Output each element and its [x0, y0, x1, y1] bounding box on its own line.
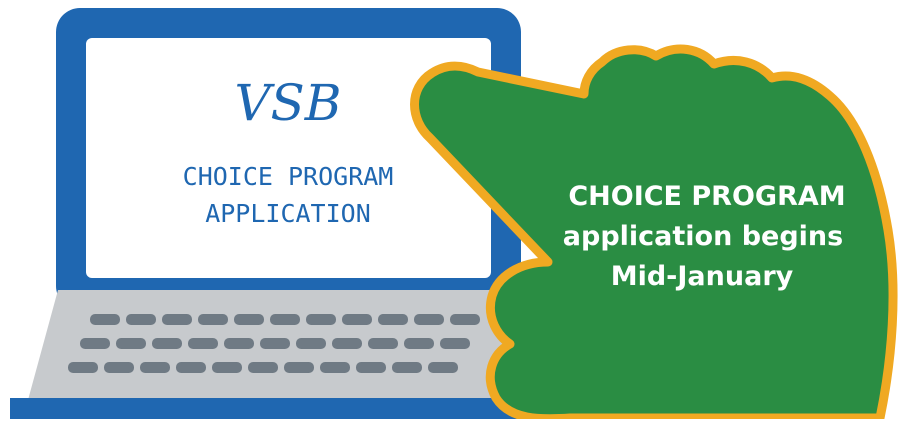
callout-line3: Mid-January	[611, 261, 794, 292]
screen-title-line2: APPLICATION	[205, 199, 371, 228]
illustration: VSB CHOICE PROGRAM APPLICATION CHOICE PR…	[0, 0, 903, 424]
laptop-hand-illustration: VSB CHOICE PROGRAM APPLICATION CHOICE PR…	[10, 8, 898, 424]
callout-line1: CHOICE PROGRAM	[568, 181, 845, 212]
keyboard-keys	[68, 314, 480, 373]
callout-line2: application begins	[563, 221, 843, 252]
vsb-logo: VSB	[234, 74, 341, 132]
screen-title-line1: CHOICE PROGRAM	[183, 162, 394, 191]
laptop-front-edge	[10, 398, 570, 419]
